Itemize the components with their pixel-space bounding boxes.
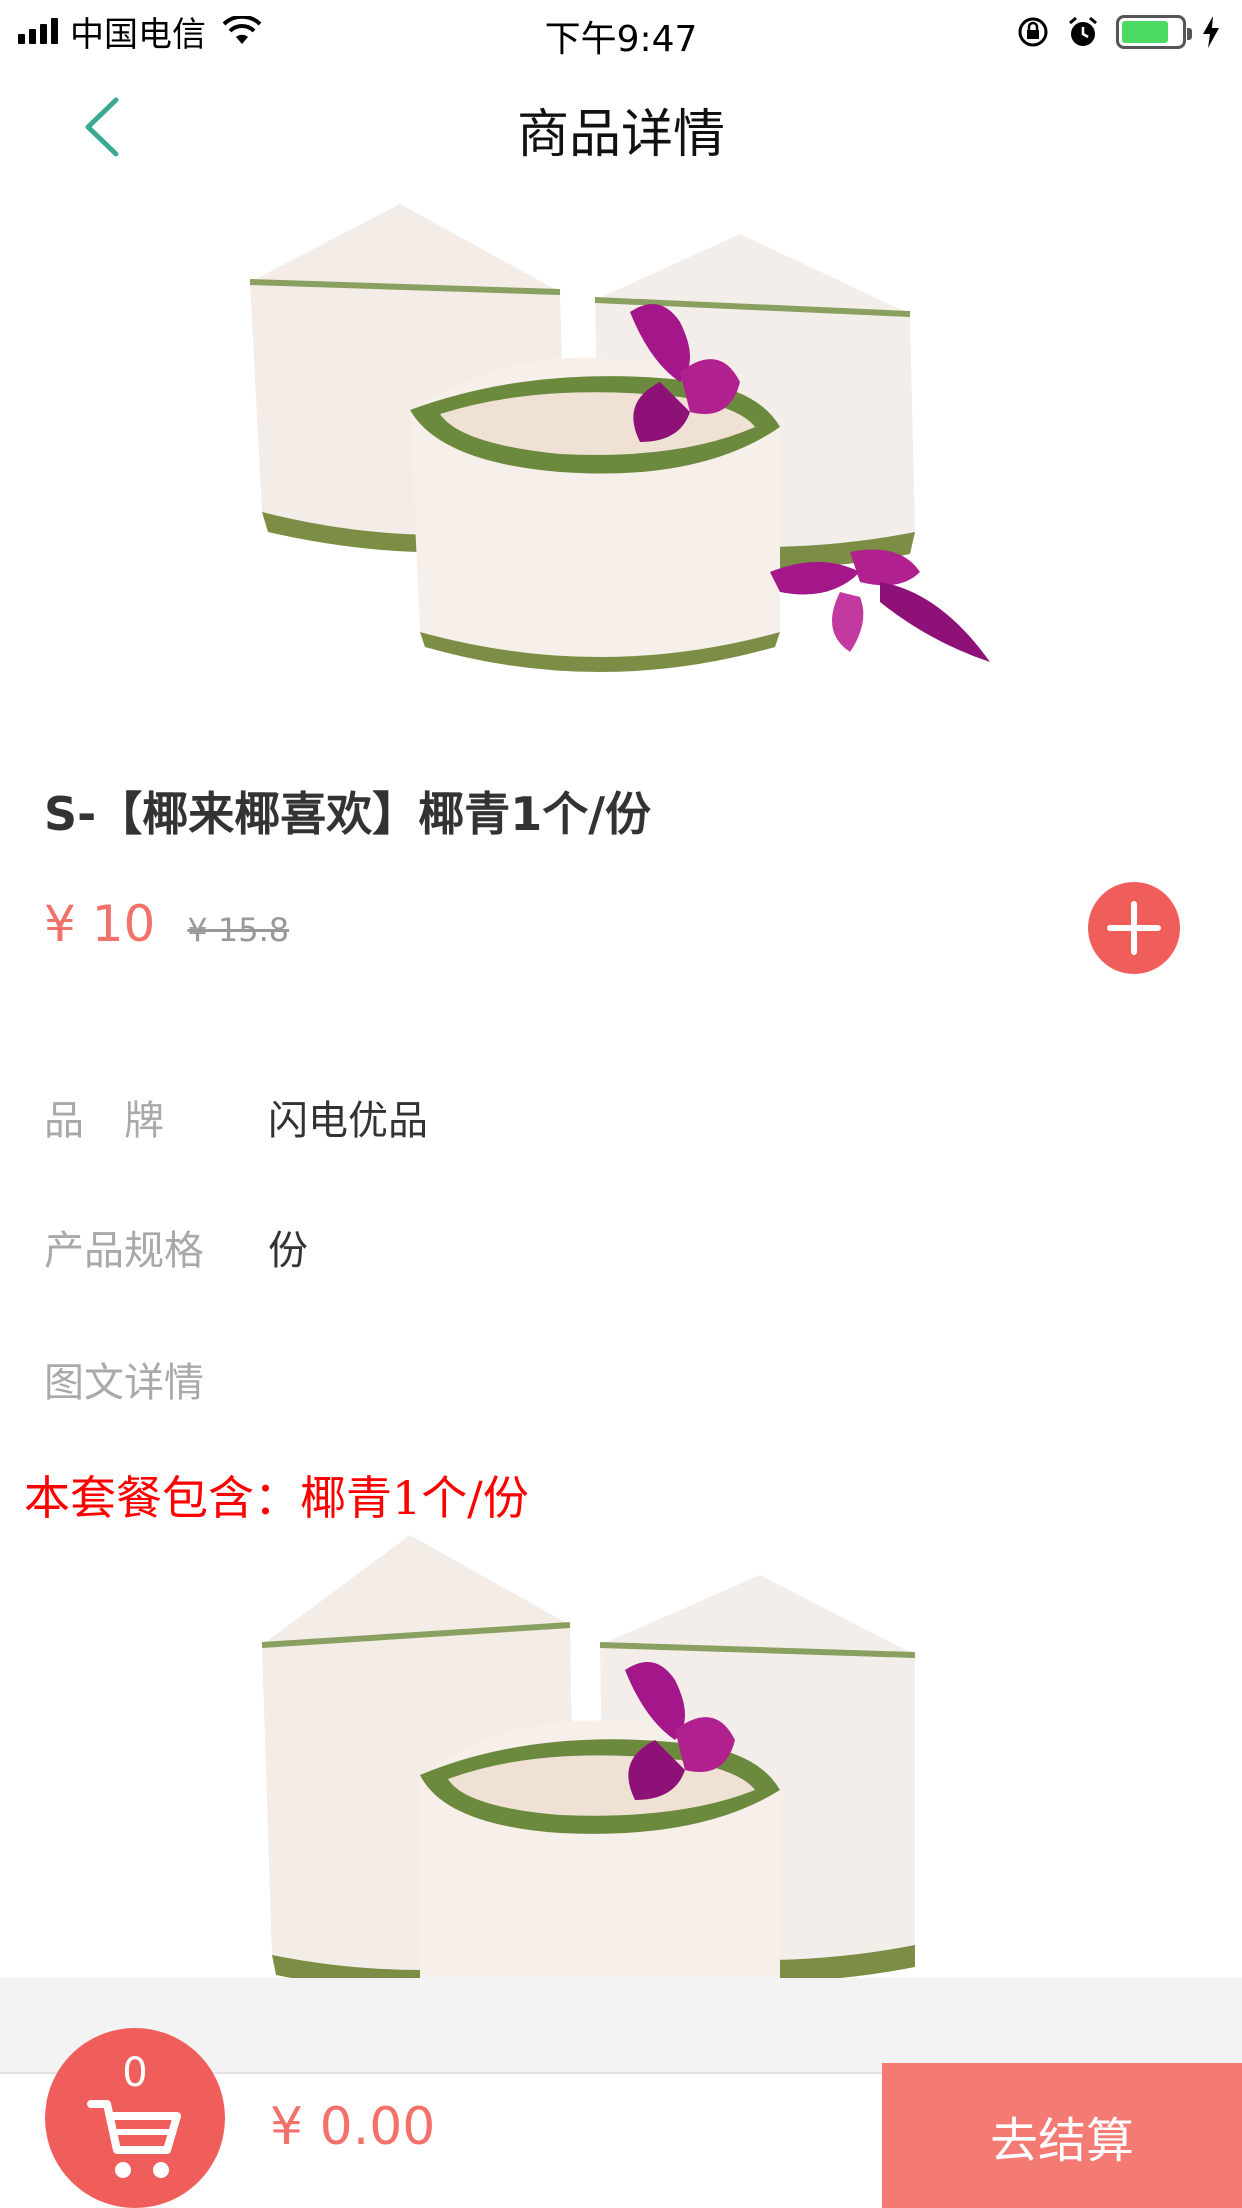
cart-total-price: ¥ 0.00	[270, 2097, 436, 2157]
product-price: ¥ 10	[44, 895, 156, 953]
nav-bar: 商品详情	[0, 62, 1242, 192]
cart-count-badge: 0	[122, 2050, 148, 2096]
price-row: ¥ 10 ¥ 15.8	[44, 895, 289, 975]
alarm-icon	[1069, 16, 1097, 46]
checkout-button[interactable]: 去结算	[882, 2063, 1242, 2208]
spec-value: 份	[268, 1228, 308, 1274]
brand-label: 品 牌	[44, 1098, 164, 1144]
status-bar: 中国电信 下午9:47	[0, 0, 1242, 62]
charging-icon	[1203, 16, 1219, 48]
cart-icon	[87, 2100, 181, 2178]
product-detail-page: 中国电信 下午9:47 商品详情 S-【椰来椰喜欢】椰青1个/份 ¥ 10 ¥ …	[0, 0, 1242, 2208]
cart-button[interactable]: 0	[45, 2028, 225, 2208]
detail-section-label: 图文详情	[44, 1360, 204, 1406]
add-to-cart-button[interactable]	[1088, 882, 1180, 974]
page-title: 商品详情	[516, 105, 725, 165]
product-name: S-【椰来椰喜欢】椰青1个/份	[44, 787, 652, 841]
product-image	[0, 192, 1242, 712]
brand-value: 闪电优品	[268, 1098, 428, 1144]
rotation-lock-icon	[1018, 17, 1048, 47]
status-right	[1016, 12, 1220, 52]
product-original-price: ¥ 15.8	[187, 911, 290, 949]
package-content-text: 本套餐包含：椰青1个/份	[24, 1471, 529, 1525]
plus-icon	[1107, 901, 1161, 955]
detail-image	[0, 1535, 1242, 1980]
spec-label: 产品规格	[44, 1228, 204, 1274]
battery-icon	[1116, 15, 1192, 49]
